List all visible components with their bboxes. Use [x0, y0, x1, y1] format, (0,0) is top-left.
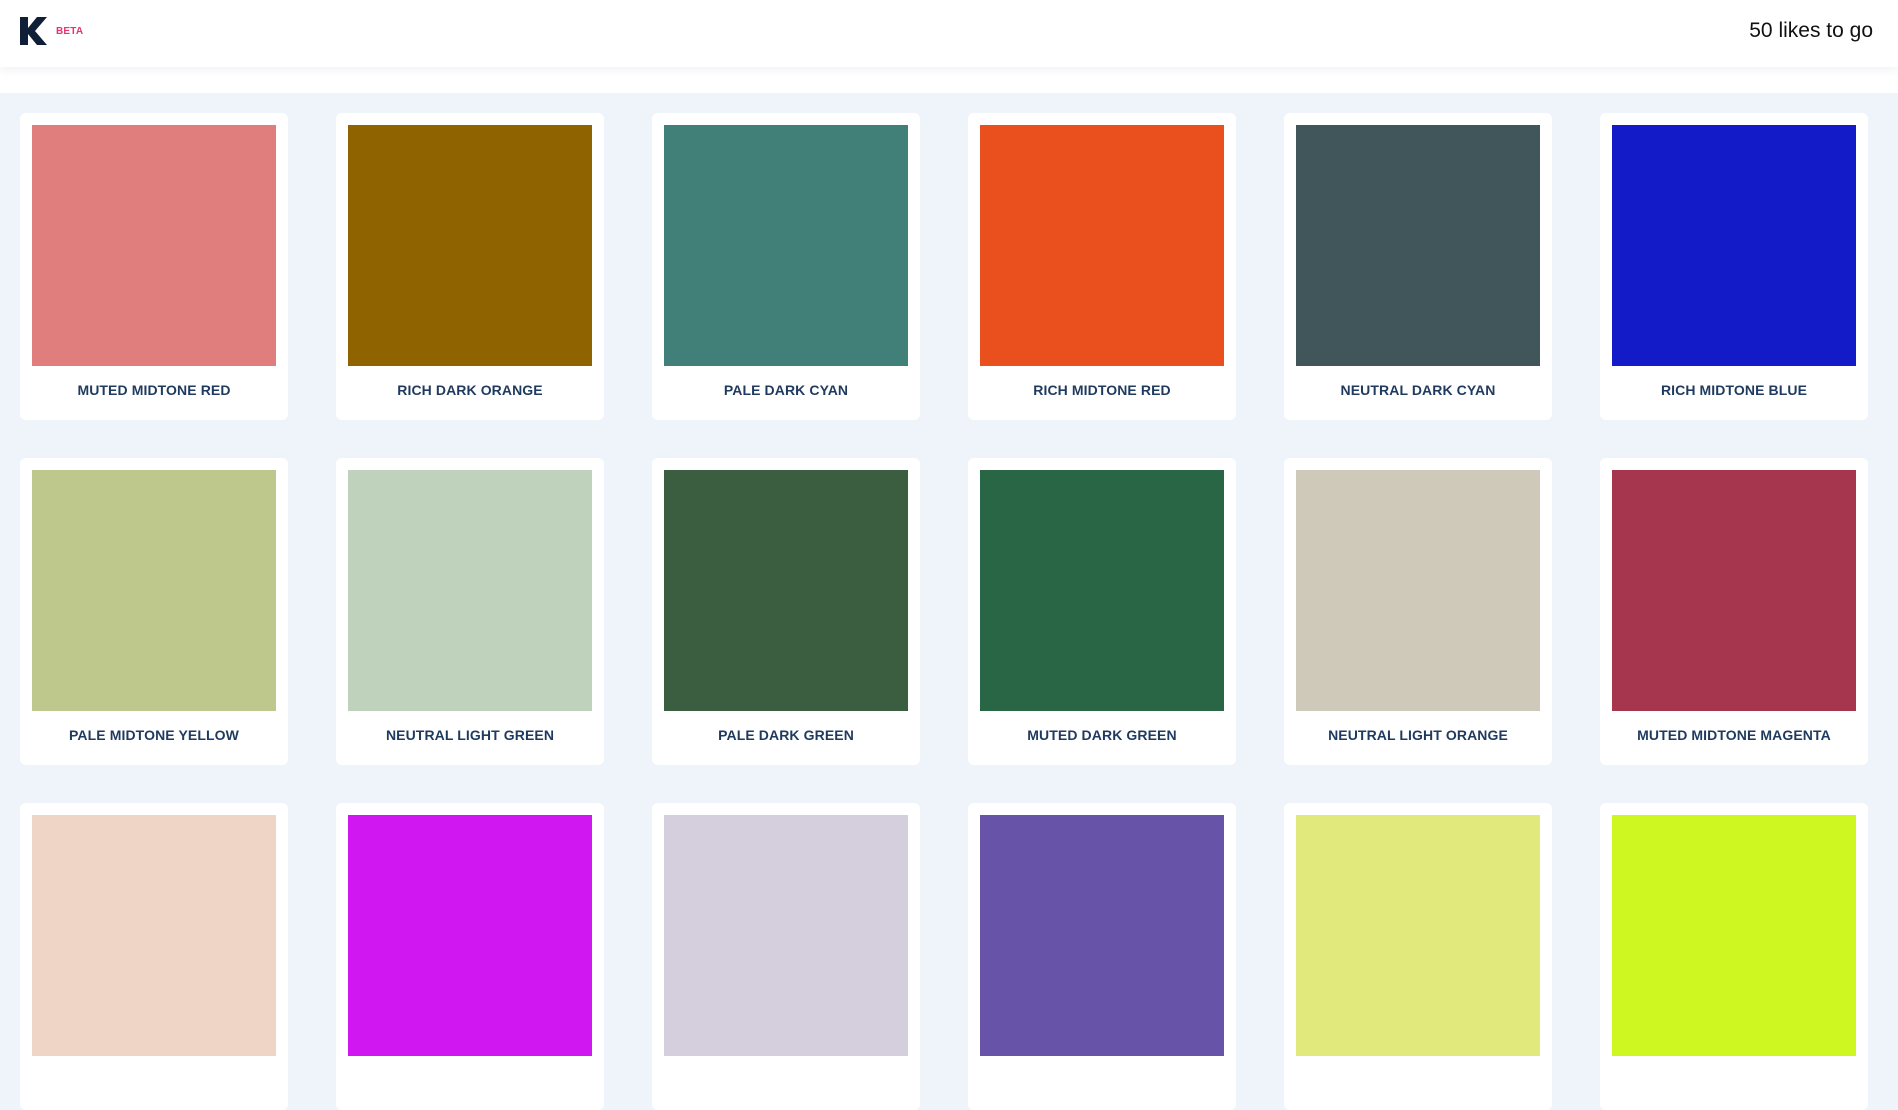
color-name-label: RICH MIDTONE RED [1033, 382, 1171, 398]
color-swatch[interactable] [664, 815, 908, 1056]
color-card[interactable]: NEUTRAL DARK CYAN [1284, 113, 1552, 420]
color-name-label: NEUTRAL LIGHT GREEN [385, 727, 555, 743]
color-card[interactable]: MUTED MIDTONE RED [20, 113, 288, 420]
color-swatch[interactable] [980, 470, 1224, 711]
color-name-label: PALE DARK CYAN [723, 382, 849, 398]
color-name-label: MUTED DARK GREEN [1027, 727, 1177, 743]
color-card[interactable]: MUTED DARK GREEN [968, 458, 1236, 765]
color-swatch[interactable] [664, 470, 908, 711]
color-swatch[interactable] [1612, 470, 1856, 711]
color-card-grid: MUTED MIDTONE RED RICH DARK ORANGE PALE DA… [20, 113, 1892, 1110]
color-swatch[interactable] [32, 815, 276, 1056]
header-spacer [0, 67, 1898, 93]
color-swatch[interactable] [348, 125, 592, 366]
color-name-label: RICH DARK ORANGE [397, 382, 543, 398]
color-card[interactable]: PALE DARK GREEN [652, 458, 920, 765]
likes-remaining-counter: 50 likes to go [1749, 19, 1873, 42]
color-swatch[interactable] [980, 815, 1224, 1056]
color-card[interactable]: MUTED MIDTONE MAGENTA [1600, 458, 1868, 765]
top-bar: BETA 50 likes to go [0, 0, 1898, 67]
color-card[interactable] [20, 803, 288, 1110]
color-card[interactable] [1284, 803, 1552, 1110]
color-swatch[interactable] [1296, 815, 1540, 1056]
color-swatch[interactable] [1612, 125, 1856, 366]
color-swatch[interactable] [348, 470, 592, 711]
color-name-label: NEUTRAL LIGHT ORANGE [1328, 727, 1508, 743]
beta-badge: BETA [56, 26, 84, 37]
color-card[interactable]: NEUTRAL LIGHT GREEN [336, 458, 604, 765]
color-card[interactable] [652, 803, 920, 1110]
color-swatch[interactable] [32, 125, 276, 366]
color-card[interactable] [336, 803, 604, 1110]
color-swatch[interactable] [348, 815, 592, 1056]
color-card[interactable]: PALE MIDTONE YELLOW [20, 458, 288, 765]
color-card[interactable]: RICH DARK ORANGE [336, 113, 604, 420]
color-swatch[interactable] [664, 125, 908, 366]
color-card[interactable] [1600, 803, 1868, 1110]
color-swatch[interactable] [980, 125, 1224, 366]
color-name-label: NEUTRAL DARK CYAN [1340, 382, 1496, 398]
color-name-label: PALE DARK GREEN [718, 727, 854, 743]
color-swatch[interactable] [1296, 470, 1540, 711]
color-card[interactable]: NEUTRAL LIGHT ORANGE [1284, 458, 1552, 765]
color-swatch[interactable] [32, 470, 276, 711]
color-name-label: MUTED MIDTONE MAGENTA [1637, 727, 1831, 743]
color-card[interactable]: PALE DARK CYAN [652, 113, 920, 420]
logo-icon[interactable] [20, 17, 47, 45]
color-name-label: PALE MIDTONE YELLOW [69, 727, 239, 743]
logo-mark [20, 17, 47, 45]
color-name-label: RICH MIDTONE BLUE [1660, 382, 1808, 398]
color-name-label: MUTED MIDTONE RED [77, 382, 231, 398]
color-card[interactable]: RICH MIDTONE RED [968, 113, 1236, 420]
color-swatch[interactable] [1296, 125, 1540, 366]
color-swatch[interactable] [1612, 815, 1856, 1056]
color-card[interactable]: RICH MIDTONE BLUE [1600, 113, 1868, 420]
color-card[interactable] [968, 803, 1236, 1110]
